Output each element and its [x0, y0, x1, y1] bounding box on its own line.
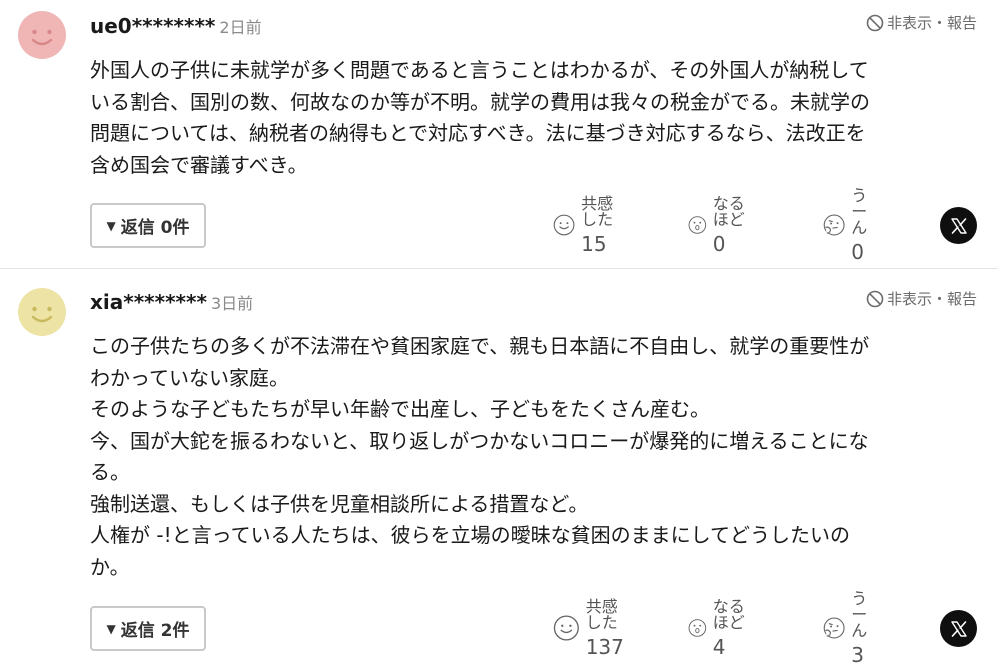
reaction-label: なるほど	[712, 194, 745, 229]
hide-report-label: 非表示・報告	[886, 14, 977, 32]
smile-icon	[553, 615, 579, 641]
reaction-empathy-button[interactable]: 共感した 137	[553, 599, 633, 657]
reaction-empathy-button[interactable]: 共感した 15	[553, 196, 620, 254]
prohibited-icon	[866, 14, 884, 31]
comment-line: そのような子どもたちが早い年齢で出産し、子どもをたくさん産む。	[90, 397, 710, 421]
reply-toggle-button[interactable]: ▼ 返信 2件	[90, 606, 206, 651]
reaction-label: うーん	[851, 589, 868, 640]
reaction-count: 0	[712, 232, 726, 256]
comment-line: わかっていない家庭。	[90, 365, 289, 390]
reaction-label: うーん	[851, 186, 868, 237]
hide-report-link[interactable]: 非表示・報告	[866, 288, 977, 309]
smiley-avatar-icon	[18, 11, 66, 59]
timestamp: 2日前	[219, 18, 262, 37]
comment-line: 今、国が大鉈を振るわないと、取り返しがつかないコロニーが爆発的に増えることにな	[90, 428, 869, 453]
reaction-insight-button[interactable]: なるほど 4	[688, 599, 746, 657]
x-logo-icon	[950, 620, 967, 637]
surprised-icon	[688, 216, 707, 234]
share-x-button[interactable]	[940, 610, 977, 647]
reaction-hmm-button[interactable]: うーん 0	[823, 188, 881, 262]
comment-line: る。	[90, 460, 130, 484]
avatar	[18, 288, 66, 336]
comment-author: xia******** 3日前	[90, 290, 253, 314]
reply-label: 返信 0件	[120, 218, 190, 238]
reaction-label: 共感した	[581, 194, 614, 229]
smile-icon	[553, 214, 575, 236]
reaction-hmm-button[interactable]: うーん 3	[823, 591, 881, 665]
reaction-label: 共感した	[585, 597, 618, 632]
reply-label: 返信 2件	[120, 621, 190, 641]
x-logo-icon	[950, 217, 967, 234]
reaction-count: 3	[851, 643, 865, 667]
thinking-icon	[823, 214, 845, 236]
comment-line: 外国人の子供に未就学が多く問題であると言うことはわかるが、その外国人が納税して	[90, 58, 869, 82]
smiley-avatar-icon	[18, 288, 66, 336]
comment-line: いる割合、国別の数、何故なのか等が不明。就学の費用は我々の税金がでる。未就学の	[90, 89, 870, 114]
comment-line: 含め国会で審議すべき。	[90, 152, 308, 177]
timestamp: 3日前	[210, 294, 254, 313]
comment-item: ue0******** 2日前 非表示・報告 外国人の子供に未就学が多く問題である…	[0, 0, 998, 268]
comment-line: 問題については、納税者の納得もとで対応すべき。法に基づき対応するなら、法改正を	[90, 121, 866, 145]
avatar	[18, 11, 66, 59]
comment-body: この子供たちの多くが不法滞在や貧困家庭で、親も日本語に不自由し、就学の重要性が …	[90, 331, 975, 583]
comment-line: 人権が -!と言っている人たちは、彼らを立場の曖昧な貧困のままにしてどうしたいの	[90, 523, 850, 547]
username[interactable]: ue0********	[90, 14, 215, 38]
reaction-label: なるほど	[712, 597, 745, 632]
triangle-down-icon: ▼	[106, 218, 116, 233]
reaction-count: 15	[581, 232, 607, 256]
comment-line: この子供たちの多くが不法滞在や貧困家庭で、親も日本語に不自由し、就学の重要性が	[90, 334, 870, 358]
comment-line: か。	[90, 554, 130, 579]
share-x-button[interactable]	[940, 207, 977, 244]
comment-author: ue0******** 2日前	[90, 14, 262, 38]
triangle-down-icon: ▼	[106, 621, 116, 636]
username[interactable]: xia********	[90, 290, 207, 314]
hide-report-label: 非表示・報告	[886, 290, 977, 308]
reaction-count: 137	[585, 635, 624, 659]
reaction-count: 4	[712, 635, 726, 659]
thinking-icon	[823, 617, 845, 639]
surprised-icon	[688, 619, 707, 637]
comment-line: 強制送還、もしくは子供を児童相談所による措置など。	[90, 491, 589, 516]
hide-report-link[interactable]: 非表示・報告	[866, 12, 977, 33]
reaction-count: 0	[851, 240, 865, 264]
reaction-insight-button[interactable]: なるほど 0	[688, 196, 746, 254]
reply-toggle-button[interactable]: ▼ 返信 0件	[90, 203, 206, 248]
prohibited-icon	[866, 290, 884, 307]
comment-body: 外国人の子供に未就学が多く問題であると言うことはわかるが、その外国人が納税して …	[90, 55, 975, 181]
comment-item: xia******** 3日前 非表示・報告 この子供たちの多くが不法滞在や貧困家…	[0, 269, 998, 670]
